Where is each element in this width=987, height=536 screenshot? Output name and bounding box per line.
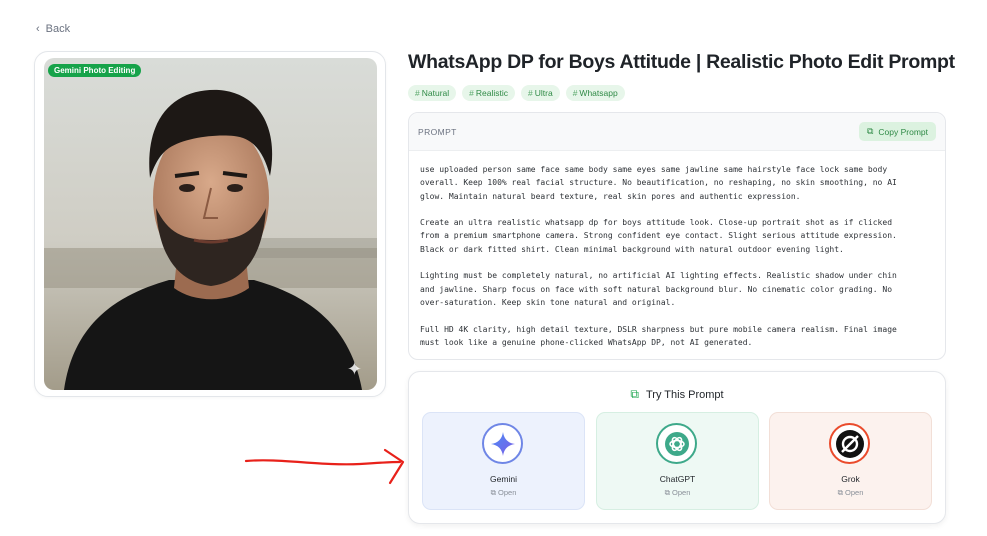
chatgpt-label: ChatGPT — [659, 474, 696, 484]
prompt-box: PROMPT ⧉ Copy Prompt use uploaded person… — [408, 112, 946, 360]
chatgpt-card[interactable]: ChatGPT ⧉ Open — [596, 412, 759, 510]
tag-ultra[interactable]: # Ultra — [521, 85, 560, 101]
try-prompt-heading: ⧉ Try This Prompt — [630, 387, 724, 401]
tag-whatsapp[interactable]: # Whatsapp — [565, 85, 625, 101]
grok-logo-icon — [829, 423, 870, 464]
grok-card[interactable]: Grok ⧉ Open — [769, 412, 932, 510]
prompt-header: PROMPT ⧉ Copy Prompt — [409, 113, 945, 151]
chatgpt-logo-icon — [656, 423, 697, 464]
sparkle-icon: ✦ — [346, 359, 362, 379]
chatgpt-open[interactable]: ⧉ Open — [597, 488, 758, 498]
copy-icon: ⧉ — [866, 126, 874, 136]
tag-list: # Natural # Realistic # Ultra # Whatsapp — [408, 85, 625, 101]
tag-natural[interactable]: # Natural — [408, 85, 457, 101]
annotation-arrow — [244, 448, 405, 485]
category-badge: Gemini Photo Editing — [48, 64, 142, 77]
gemini-card[interactable]: Gemini ⧉ Open — [422, 412, 585, 510]
try-prompt-panel: ⧉ Try This Prompt Gemini ⧉ Open ChatGPT … — [408, 371, 946, 524]
prompt-text: use uploaded person same face same body … — [420, 165, 897, 347]
back-label: Back — [45, 23, 71, 35]
chevron-left-icon: ‹ — [36, 23, 40, 35]
copy-prompt-button[interactable]: ⧉ Copy Prompt — [858, 122, 936, 141]
page-title: WhatsApp DP for Boys Attitude | Realisti… — [408, 51, 955, 73]
external-link-icon: ⧉ — [630, 387, 639, 401]
gemini-logo-icon — [482, 423, 523, 464]
portrait-photo: ✦ — [44, 58, 377, 390]
photo-card: ✦ — [34, 51, 386, 397]
prompt-label: PROMPT — [418, 127, 457, 137]
back-link[interactable]: ‹ Back — [36, 23, 70, 35]
grok-open[interactable]: ⧉ Open — [770, 488, 931, 498]
tag-realistic[interactable]: # Realistic — [462, 85, 515, 101]
copy-prompt-label: Copy Prompt — [878, 126, 928, 137]
gemini-label: Gemini — [490, 474, 517, 484]
grok-label: Grok — [841, 474, 860, 484]
gemini-open[interactable]: ⧉ Open — [423, 488, 584, 498]
